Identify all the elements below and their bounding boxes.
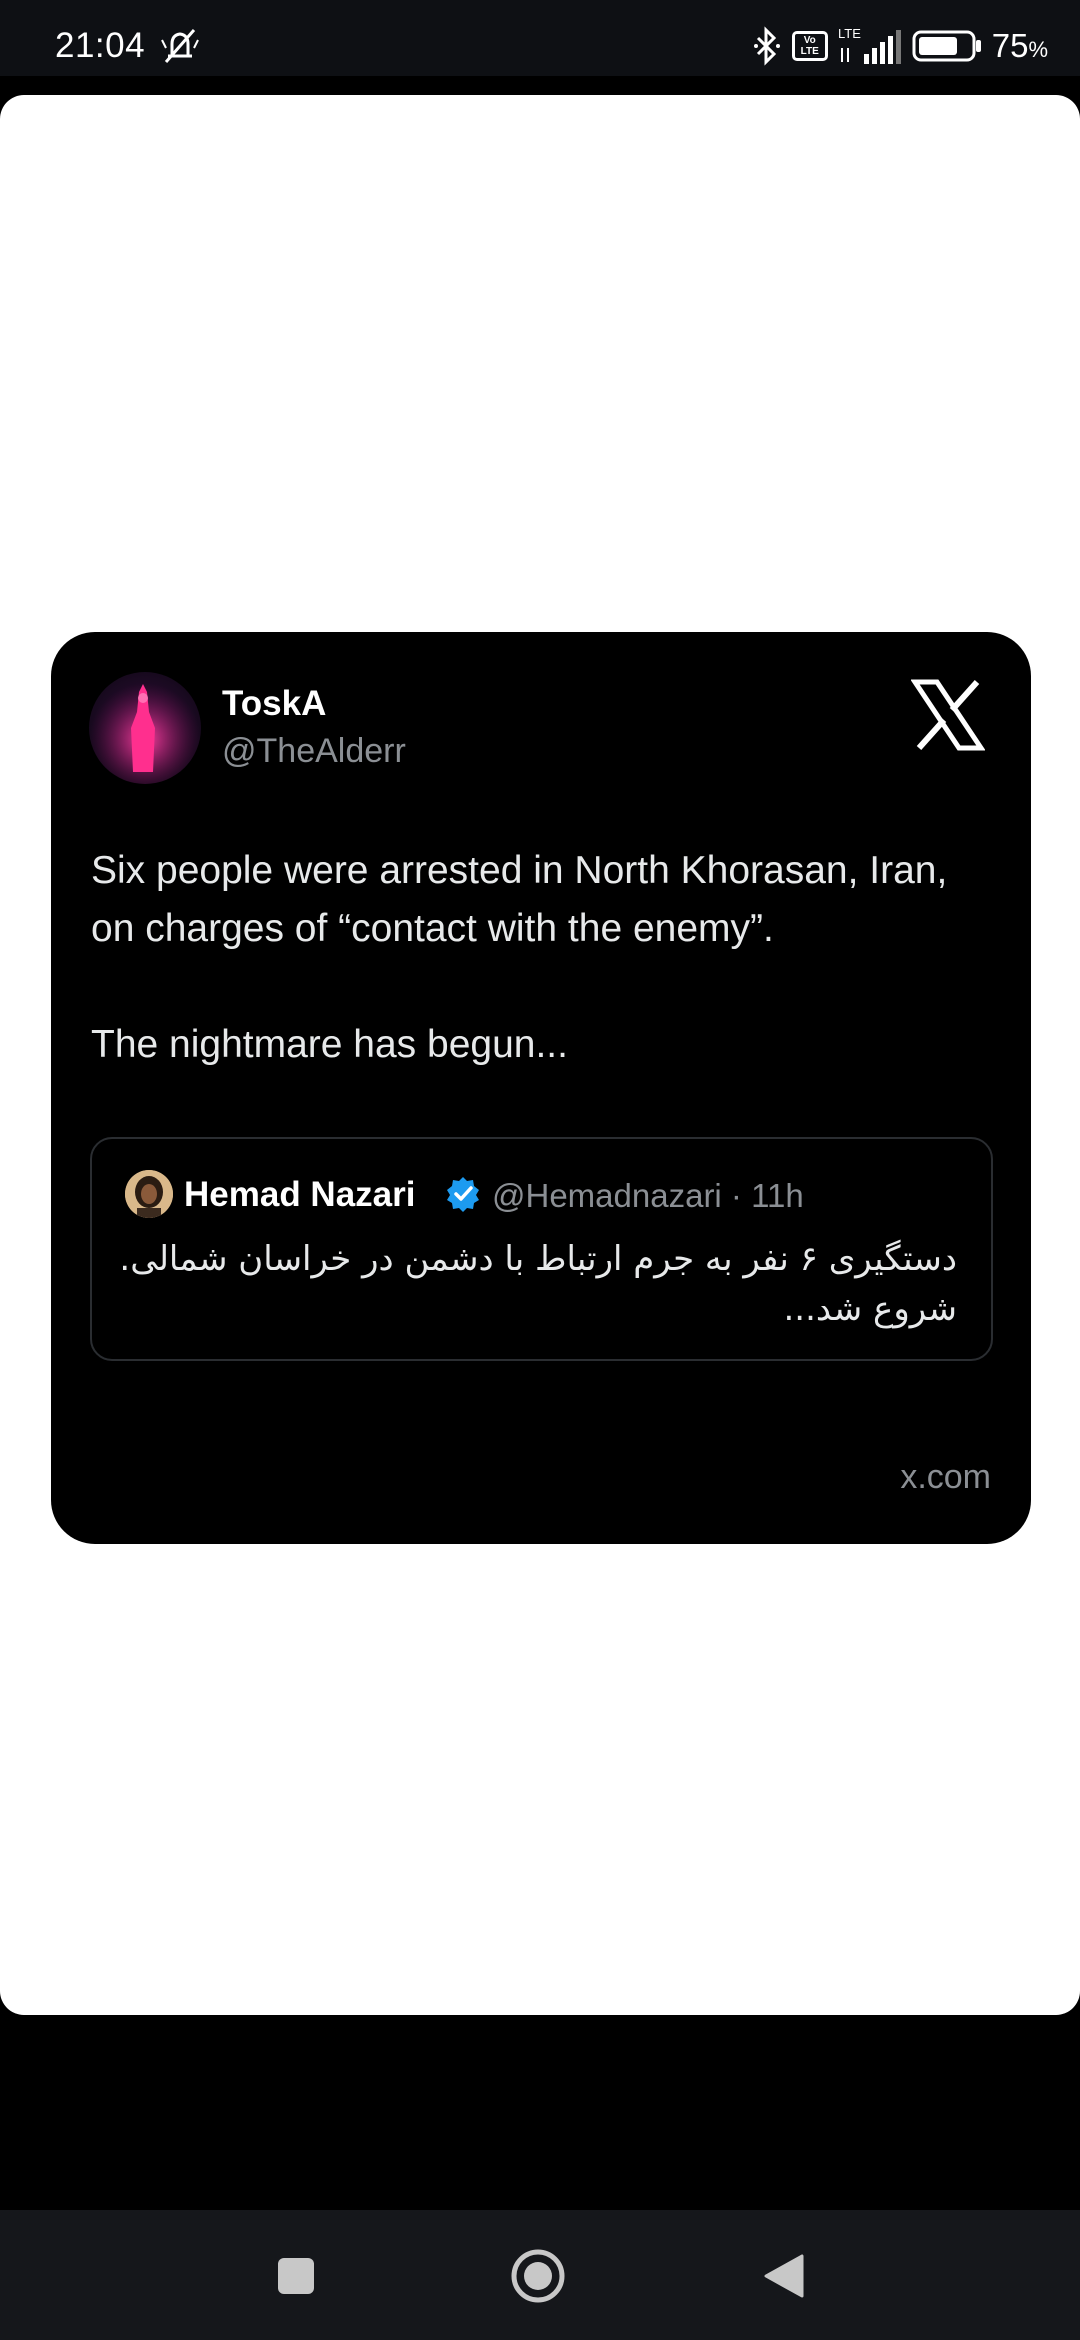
author-avatar[interactable] bbox=[89, 672, 201, 784]
avatar-figure-icon bbox=[89, 672, 201, 784]
bluetooth-icon bbox=[753, 26, 780, 66]
svg-text:LTE: LTE bbox=[838, 26, 861, 41]
x-logo-icon bbox=[911, 679, 985, 751]
signal-icon: LTE bbox=[838, 26, 901, 64]
avatar-portrait-icon bbox=[125, 1170, 173, 1218]
author-name[interactable]: ToskA bbox=[222, 684, 326, 724]
share-preview-sheet: ToskA @TheAlderr Six people were arreste… bbox=[0, 95, 1080, 2015]
home-button[interactable] bbox=[508, 2246, 568, 2306]
status-time: 21:04 bbox=[55, 26, 146, 65]
quoted-author-avatar[interactable] bbox=[125, 1170, 173, 1218]
square-icon bbox=[278, 2258, 314, 2294]
tweet-text: Six people were arrested in North Khoras… bbox=[91, 849, 948, 1066]
back-button[interactable] bbox=[754, 2246, 814, 2306]
author-handle[interactable]: @TheAlderr bbox=[222, 732, 406, 771]
battery-level: 75% bbox=[991, 27, 1048, 64]
quoted-tweet[interactable]: Hemad Nazari @Hemadnazari · 11h دستگیری … bbox=[90, 1137, 993, 1361]
recent-apps-button[interactable] bbox=[266, 2246, 326, 2306]
battery-icon bbox=[912, 30, 981, 62]
quoted-author-name[interactable]: Hemad Nazari bbox=[184, 1175, 415, 1215]
triangle-back-icon bbox=[764, 2254, 804, 2298]
volte-icon: Vo LTE bbox=[791, 31, 828, 61]
quoted-meta: @Hemadnazari · 11h bbox=[492, 1177, 804, 1214]
mute-icon bbox=[161, 29, 199, 63]
status-bar: 21:04 Vo LTE LTE 75% bbox=[0, 0, 1080, 76]
circle-icon bbox=[511, 2249, 565, 2303]
quoted-text: دستگیری ۶ نفر به جرم ارتباط با دشمن در خ… bbox=[119, 1239, 957, 1329]
navigation-bar bbox=[0, 2210, 1080, 2340]
source-link[interactable]: x.com bbox=[900, 1458, 991, 1497]
tweet-card[interactable]: ToskA @TheAlderr Six people were arreste… bbox=[51, 632, 1031, 1544]
status-icons: Vo LTE LTE 75% bbox=[752, 24, 1048, 68]
verified-badge-icon bbox=[447, 1177, 479, 1212]
